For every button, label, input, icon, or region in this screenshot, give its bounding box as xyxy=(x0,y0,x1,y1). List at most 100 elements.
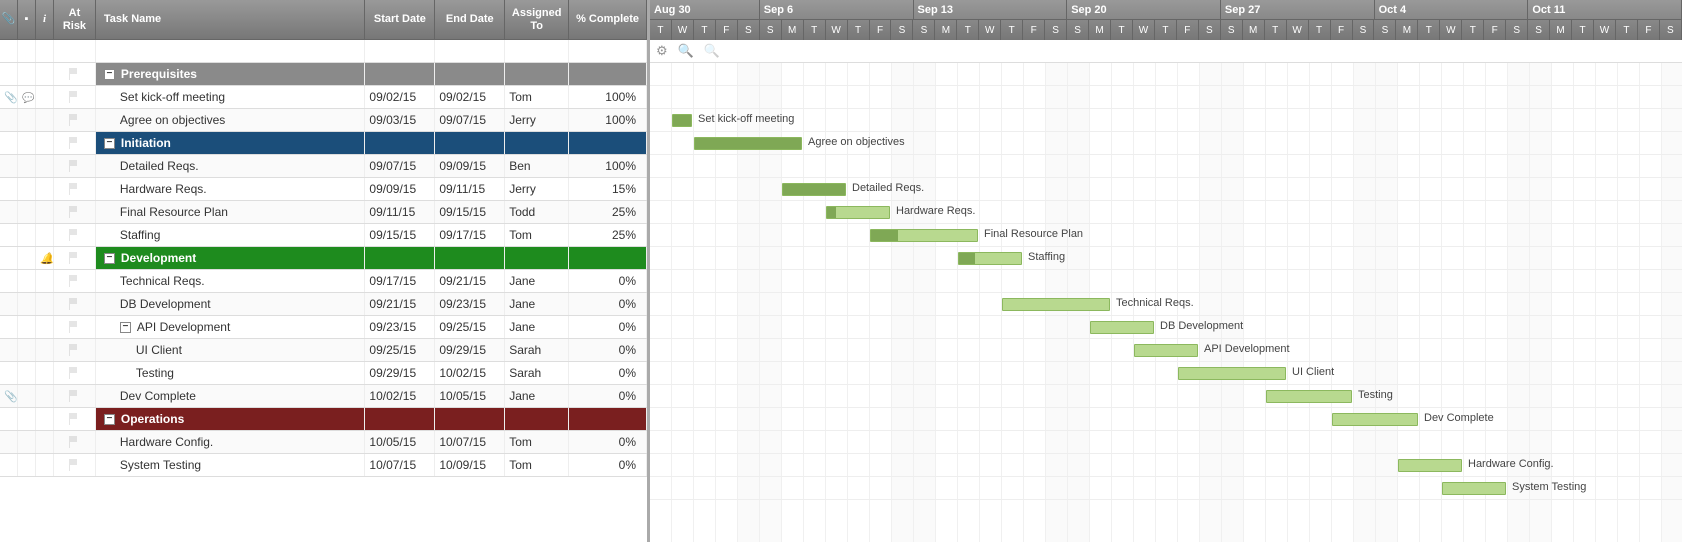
cell-pct[interactable]: 0% xyxy=(569,339,647,361)
cell-info[interactable] xyxy=(36,63,54,85)
cell-end[interactable]: 09/02/15 xyxy=(435,86,505,108)
cell-attach[interactable] xyxy=(0,109,18,131)
cell-start[interactable]: 09/11/15 xyxy=(365,201,435,223)
cell-assigned[interactable]: Tom xyxy=(505,431,569,453)
cell-start[interactable]: 10/05/15 xyxy=(365,431,435,453)
cell-attach[interactable] xyxy=(0,224,18,246)
cell-pct[interactable] xyxy=(569,408,647,430)
gantt-row[interactable]: Testing xyxy=(650,385,1682,408)
cell-end[interactable]: 09/23/15 xyxy=(435,293,505,315)
gantt-bar[interactable] xyxy=(672,114,692,127)
flag-icon[interactable] xyxy=(69,413,79,425)
cell-assigned[interactable]: Sarah xyxy=(505,362,569,384)
cell-info[interactable] xyxy=(36,224,54,246)
gantt-row[interactable]: Agree on objectives xyxy=(650,132,1682,155)
flag-icon[interactable] xyxy=(69,321,79,333)
cell-name[interactable]: −Development xyxy=(96,247,366,269)
cell-attach[interactable] xyxy=(0,178,18,200)
cell-risk[interactable] xyxy=(54,385,96,407)
cell-name[interactable]: Agree on objectives xyxy=(96,109,366,131)
cell-info[interactable] xyxy=(36,155,54,177)
cell-end[interactable] xyxy=(435,132,505,154)
cell-attach[interactable] xyxy=(0,431,18,453)
cell-comment[interactable] xyxy=(18,454,36,476)
cell-risk[interactable] xyxy=(54,63,96,85)
cell-end[interactable]: 09/17/15 xyxy=(435,224,505,246)
cell-start[interactable]: 09/23/15 xyxy=(365,316,435,338)
gear-icon[interactable]: ⚙ xyxy=(656,43,668,59)
cell-pct[interactable]: 15% xyxy=(569,178,647,200)
cell-info[interactable] xyxy=(36,385,54,407)
gantt-bar[interactable] xyxy=(782,183,846,196)
collapse-icon[interactable]: − xyxy=(104,138,115,149)
cell-risk[interactable] xyxy=(54,247,96,269)
gantt-bar[interactable] xyxy=(1266,390,1352,403)
cell-attach[interactable] xyxy=(0,155,18,177)
flag-icon[interactable] xyxy=(69,275,79,287)
cell-info[interactable] xyxy=(36,132,54,154)
cell-attach[interactable] xyxy=(0,270,18,292)
cell-assigned[interactable]: Jane xyxy=(505,293,569,315)
cell-info[interactable] xyxy=(36,40,54,62)
gantt-bar[interactable] xyxy=(870,229,978,242)
cell-comment[interactable] xyxy=(18,270,36,292)
gantt-row[interactable] xyxy=(650,270,1682,293)
grid-row[interactable]: System Testing10/07/1510/09/15Tom0% xyxy=(0,454,647,477)
col-header-risk[interactable]: At Risk xyxy=(54,0,96,39)
cell-risk[interactable] xyxy=(54,109,96,131)
flag-icon[interactable] xyxy=(69,206,79,218)
cell-end[interactable]: 09/25/15 xyxy=(435,316,505,338)
cell-assigned[interactable]: Jane xyxy=(505,270,569,292)
cell-start[interactable]: 10/07/15 xyxy=(365,454,435,476)
cell-info[interactable] xyxy=(36,247,54,269)
cell-end[interactable] xyxy=(435,63,505,85)
cell-end[interactable]: 10/07/15 xyxy=(435,431,505,453)
col-header-end[interactable]: End Date xyxy=(435,0,505,39)
cell-risk[interactable] xyxy=(54,201,96,223)
grid-row[interactable]: UI Client09/25/1509/29/15Sarah0% xyxy=(0,339,647,362)
cell-pct[interactable]: 0% xyxy=(569,385,647,407)
cell-start[interactable]: 09/07/15 xyxy=(365,155,435,177)
flag-icon[interactable] xyxy=(69,459,79,471)
cell-risk[interactable] xyxy=(54,339,96,361)
cell-start[interactable] xyxy=(365,40,435,62)
collapse-icon[interactable]: − xyxy=(104,414,115,425)
cell-assigned[interactable]: Jerry xyxy=(505,109,569,131)
cell-pct[interactable]: 0% xyxy=(569,431,647,453)
zoom-in-icon[interactable]: 🔍 xyxy=(704,43,720,59)
grid-row[interactable]: −Development xyxy=(0,247,647,270)
cell-name[interactable]: −Initiation xyxy=(96,132,366,154)
gantt-row[interactable] xyxy=(650,63,1682,86)
cell-name[interactable]: UI Client xyxy=(96,339,366,361)
cell-name[interactable]: Technical Reqs. xyxy=(96,270,366,292)
cell-risk[interactable] xyxy=(54,293,96,315)
flag-icon[interactable] xyxy=(69,114,79,126)
cell-comment[interactable] xyxy=(18,293,36,315)
col-header-attachment-icon[interactable]: 📎 xyxy=(0,0,18,39)
cell-attach[interactable] xyxy=(0,201,18,223)
cell-name[interactable]: Final Resource Plan xyxy=(96,201,366,223)
cell-assigned[interactable]: Sarah xyxy=(505,339,569,361)
cell-comment[interactable] xyxy=(18,40,36,62)
cell-attach[interactable] xyxy=(0,316,18,338)
flag-icon[interactable] xyxy=(69,229,79,241)
gantt-row[interactable]: Hardware Reqs. xyxy=(650,201,1682,224)
cell-name[interactable]: −Prerequisites xyxy=(96,63,366,85)
cell-comment[interactable] xyxy=(18,224,36,246)
gantt-bar[interactable] xyxy=(694,137,802,150)
flag-icon[interactable] xyxy=(69,91,79,103)
gantt-row[interactable]: Final Resource Plan xyxy=(650,224,1682,247)
gantt-bar[interactable] xyxy=(1134,344,1198,357)
cell-attach[interactable] xyxy=(0,63,18,85)
flag-icon[interactable] xyxy=(69,298,79,310)
cell-comment[interactable] xyxy=(18,408,36,430)
cell-risk[interactable] xyxy=(54,270,96,292)
grid-row[interactable]: Hardware Reqs.09/09/1509/11/15Jerry15% xyxy=(0,178,647,201)
cell-info[interactable] xyxy=(36,109,54,131)
grid-row[interactable]: −Initiation xyxy=(0,132,647,155)
cell-end[interactable]: 09/07/15 xyxy=(435,109,505,131)
cell-assigned[interactable]: Jane xyxy=(505,316,569,338)
cell-assigned[interactable] xyxy=(505,408,569,430)
gantt-row[interactable]: DB Development xyxy=(650,316,1682,339)
cell-start[interactable]: 09/03/15 xyxy=(365,109,435,131)
